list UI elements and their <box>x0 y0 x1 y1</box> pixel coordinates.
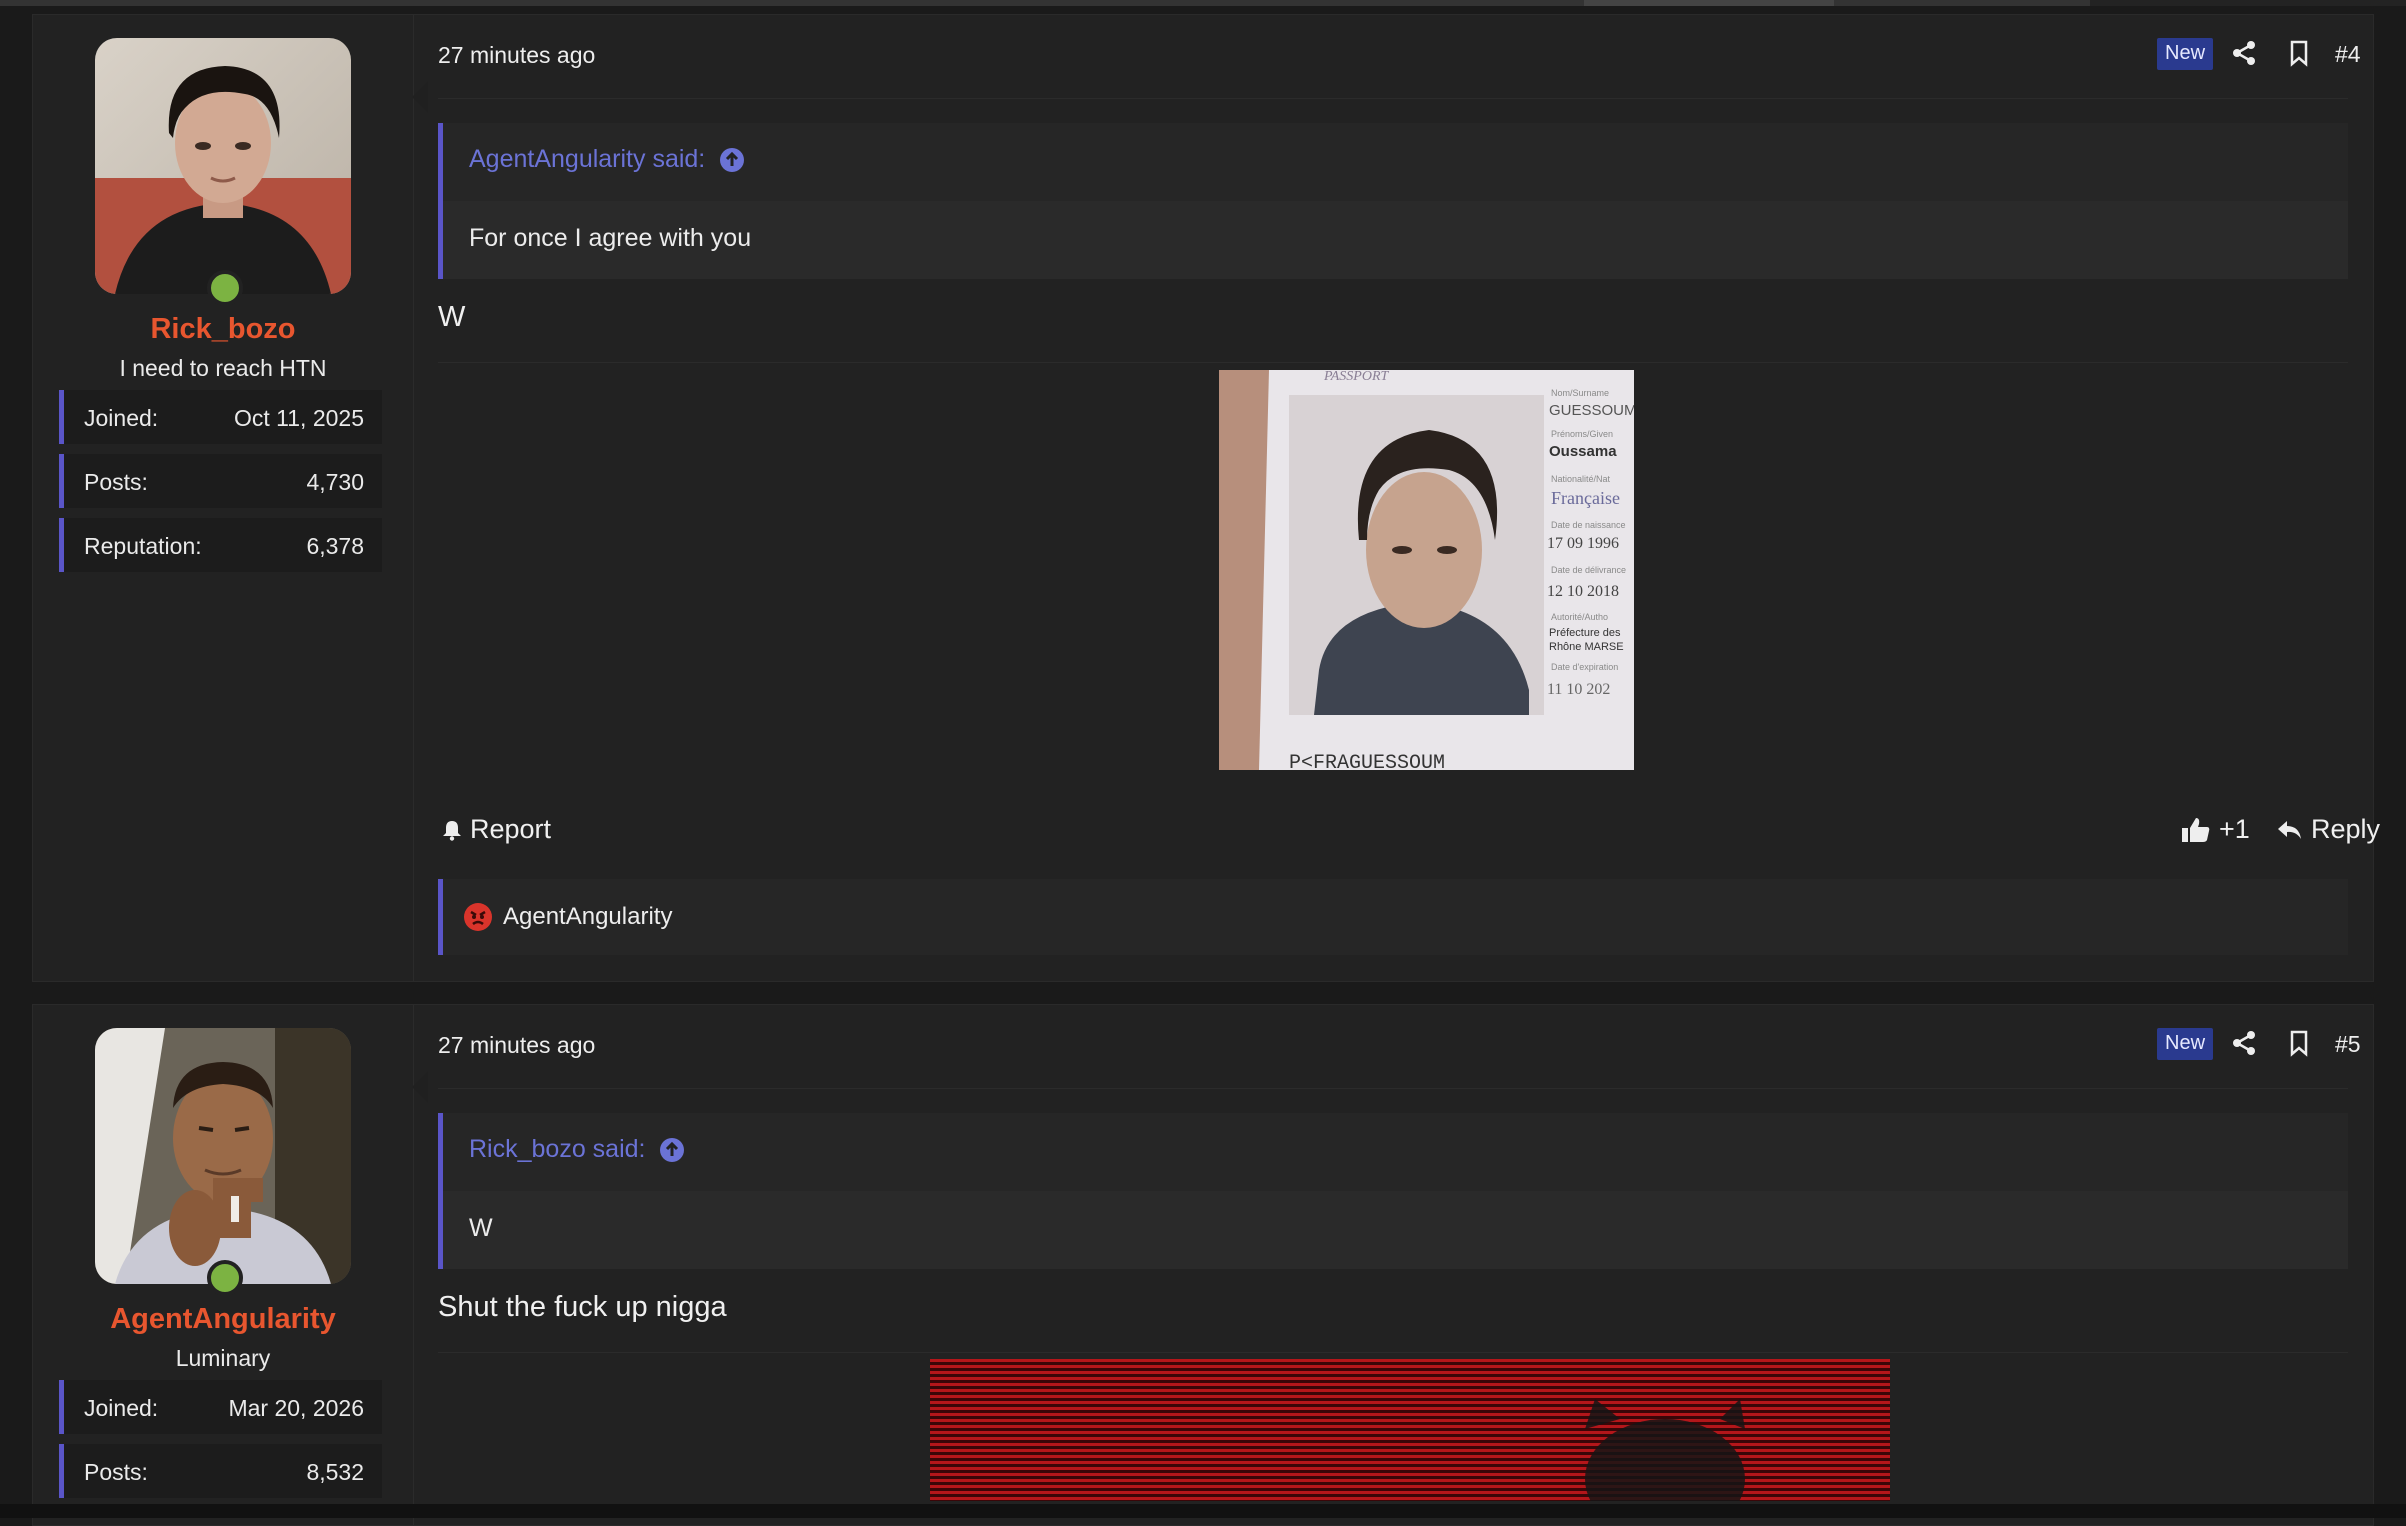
passport-photo: PASSPORT Nom/Surname GUESSOUM Prénoms/Gi… <box>1219 370 1634 770</box>
report-button[interactable]: Report <box>442 814 551 845</box>
stat-value: Mar 20, 2026 <box>228 1395 364 1421</box>
passport-text: Française <box>1551 488 1620 508</box>
user-title: I need to reach HTN <box>119 355 327 381</box>
post-number[interactable]: #5 <box>2335 1031 2361 1058</box>
reactions-bar: AgentAngularity <box>438 879 2348 955</box>
passport-text: Rhône MARSE <box>1549 641 1624 653</box>
passport-text: PASSPORT <box>1323 370 1390 384</box>
quote-author[interactable]: AgentAngularity said: <box>469 145 705 174</box>
passport-text: 17 09 1996 <box>1547 535 1619 552</box>
stat-value: Oct 11, 2025 <box>234 405 364 431</box>
up-arrow-icon[interactable] <box>719 147 745 173</box>
top-bar <box>0 0 2406 6</box>
top-bar-segment <box>0 0 1584 6</box>
passport-text: Préfecture des <box>1549 627 1621 639</box>
attachment-image[interactable] <box>930 1359 1890 1501</box>
report-label: Report <box>470 814 552 844</box>
stat-reputation: Reputation: 6,378 <box>59 518 382 572</box>
user-info: AgentAngularity Luminary Joined: Mar 20,… <box>33 1005 414 1525</box>
passport-text: Date de délivrance <box>1551 565 1626 575</box>
stat-value: 6,378 <box>306 533 364 559</box>
header-divider <box>438 98 2348 99</box>
share-icon[interactable] <box>2230 39 2258 67</box>
quote-body: W <box>443 1191 2348 1269</box>
stat-posts: Posts: 8,532 <box>59 1444 382 1498</box>
top-bar-segment <box>1584 0 1834 6</box>
like-button[interactable]: +1 <box>2181 814 2250 845</box>
passport-text: Autorité/Autho <box>1551 612 1608 622</box>
stat-label: Joined: <box>84 1395 159 1421</box>
reply-label: Reply <box>2311 814 2381 844</box>
stat-label: Posts: <box>84 469 148 495</box>
attachment-content <box>1585 1399 1745 1501</box>
reaction-user[interactable]: AgentAngularity <box>503 903 672 931</box>
angry-face-icon <box>464 903 492 931</box>
username[interactable]: Rick_bozo <box>33 313 413 346</box>
post-message: Shut the fuck up nigga <box>438 1291 727 1323</box>
passport-text: P<FRAGUESSOUM <box>1289 752 1445 770</box>
post-time[interactable]: 27 minutes ago <box>438 1032 595 1059</box>
new-badge: New <box>2157 38 2214 70</box>
bottom-bar <box>0 1504 2406 1518</box>
post-number[interactable]: #4 <box>2335 41 2361 68</box>
up-arrow-icon[interactable] <box>659 1137 685 1163</box>
quote-text: For once I agree with you <box>469 224 752 252</box>
online-status-dot <box>207 1260 243 1296</box>
passport-text: Date de naissance <box>1551 520 1626 530</box>
content-divider <box>438 362 2348 363</box>
passport-text: Nationalité/Nat <box>1551 474 1611 484</box>
username[interactable]: AgentAngularity <box>33 1303 413 1336</box>
top-bar-segment <box>1834 0 2090 6</box>
avatar-image <box>95 1028 351 1284</box>
post-time[interactable]: 27 minutes ago <box>438 42 595 69</box>
share-icon[interactable] <box>2230 1029 2258 1057</box>
stat-label: Reputation: <box>84 533 202 559</box>
quote-header[interactable]: AgentAngularity said: <box>469 145 745 174</box>
passport-text: Date d'expiration <box>1551 662 1618 672</box>
avatar[interactable] <box>95 38 351 294</box>
quote-block: Rick_bozo said: W <box>438 1113 2348 1269</box>
passport-text: Oussama <box>1549 443 1617 460</box>
user-title: Luminary <box>175 1345 271 1371</box>
quote-author[interactable]: Rick_bozo said: <box>469 1135 645 1164</box>
quote-body: For once I agree with you <box>443 201 2348 279</box>
passport-text: Nom/Surname <box>1551 388 1609 398</box>
like-count: +1 <box>2219 814 2250 844</box>
bookmark-icon[interactable] <box>2285 39 2313 67</box>
content-divider <box>438 1352 2348 1353</box>
stat-posts: Posts: 4,730 <box>59 454 382 508</box>
passport-text: 11 10 202 <box>1547 681 1610 698</box>
passport-text: GUESSOUM <box>1549 402 1634 419</box>
online-status-dot <box>207 270 243 306</box>
bell-icon <box>443 820 461 841</box>
speech-arrow <box>412 81 428 113</box>
header-divider <box>438 1088 2348 1089</box>
passport-text: Prénoms/Given <box>1551 429 1613 439</box>
bookmark-icon[interactable] <box>2285 1029 2313 1057</box>
attachment-image[interactable]: PASSPORT Nom/Surname GUESSOUM Prénoms/Gi… <box>1219 370 1634 770</box>
stat-joined: Joined: Mar 20, 2026 <box>59 1380 382 1434</box>
stat-label: Posts: <box>84 1459 148 1485</box>
thumbs-up-icon <box>2182 817 2210 842</box>
avatar[interactable] <box>95 1028 351 1284</box>
reply-icon <box>2278 820 2301 839</box>
passport-text: 12 10 2018 <box>1547 583 1619 600</box>
stat-value: 8,532 <box>306 1459 364 1485</box>
reply-button[interactable]: Reply <box>2277 814 2380 845</box>
new-badge: New <box>2157 1028 2214 1060</box>
post: Rick_bozo I need to reach HTN Joined: Oc… <box>32 14 2380 982</box>
speech-arrow <box>412 1071 428 1103</box>
avatar-image <box>95 38 351 294</box>
quote-text: W <box>469 1214 493 1242</box>
stat-label: Joined: <box>84 405 159 431</box>
stat-value: 4,730 <box>306 469 364 495</box>
quote-block: AgentAngularity said: For once I agree w… <box>438 123 2348 279</box>
user-info: Rick_bozo I need to reach HTN Joined: Oc… <box>33 15 414 981</box>
post-message: W <box>438 301 466 333</box>
stat-joined: Joined: Oct 11, 2025 <box>59 390 382 444</box>
quote-header[interactable]: Rick_bozo said: <box>469 1135 685 1164</box>
post: AgentAngularity Luminary Joined: Mar 20,… <box>32 1004 2374 1526</box>
